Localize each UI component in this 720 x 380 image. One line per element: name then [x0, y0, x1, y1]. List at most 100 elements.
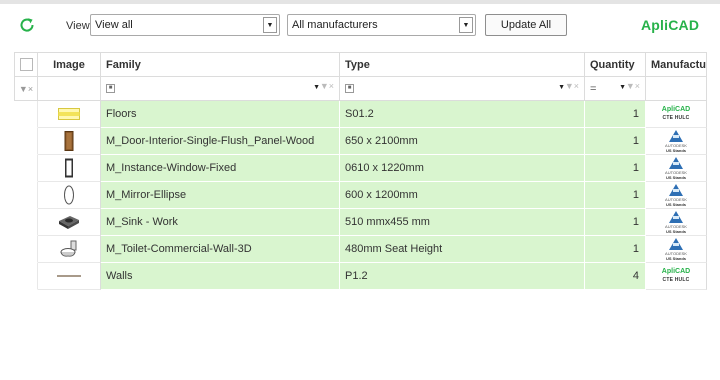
brand-logo: ApliCAD [641, 17, 700, 33]
column-header-quantity[interactable]: Quantity [585, 52, 646, 77]
manufacturer-logo-line1: AUTODESK [665, 196, 687, 202]
autodesk-triangle-icon [669, 183, 683, 196]
row-manufacturer: ApliCAD CTE HULC [646, 101, 707, 128]
family-grid: Image Family Type Quantity Manufactur ▼×… [14, 52, 707, 290]
row-quantity[interactable]: 1 [585, 155, 646, 182]
row-quantity[interactable]: 4 [585, 263, 646, 290]
row-image-cell [38, 236, 101, 263]
row-type[interactable]: 650 x 2100mm [340, 128, 585, 155]
row-manufacturer: AUTODESK US Stands [646, 155, 707, 182]
view-select-value: View all [95, 19, 133, 31]
clear-filter-icon[interactable]: ▼× [320, 81, 334, 91]
select-all-checkbox[interactable] [19, 58, 33, 71]
manufacturer-select[interactable]: All manufacturers ▼ [287, 14, 476, 36]
family-filter-select[interactable]: ■ ▼ ▼× [106, 81, 334, 97]
autodesk-logo: AUTODESK US Stands [665, 237, 687, 261]
update-all-button[interactable]: Update All [485, 14, 567, 36]
view-label: View [66, 20, 90, 32]
row-quantity[interactable]: 1 [585, 236, 646, 263]
row-select-cell[interactable] [14, 101, 38, 128]
column-header-image[interactable]: Image [38, 52, 101, 77]
row-image-cell [38, 209, 101, 236]
row-select-cell[interactable] [14, 263, 38, 290]
row-select-cell[interactable] [14, 182, 38, 209]
row-family[interactable]: M_Door-Interior-Single-Flush_Panel-Wood [101, 128, 340, 155]
manufacturer-logo-line1: AUTODESK [665, 250, 687, 256]
manufacturer-logo-line2: CTE HULC [662, 277, 690, 283]
row-family[interactable]: M_Mirror-Ellipse [101, 182, 340, 209]
row-family[interactable]: Walls [101, 263, 340, 290]
autodesk-logo: AUTODESK US Stands [665, 210, 687, 234]
row-select-cell[interactable] [14, 236, 38, 263]
quantity-filter-operator: = [590, 82, 597, 95]
row-type[interactable]: 600 x 1200mm [340, 182, 585, 209]
row-type[interactable]: S01.2 [340, 101, 585, 128]
row-manufacturer: AUTODESK US Stands [646, 182, 707, 209]
table-row[interactable]: M_Sink - Work 510 mmx455 mm 1 AUTODESK U… [14, 209, 707, 236]
manufacturer-logo-line2: US Stands [665, 174, 686, 180]
row-image-cell [38, 128, 101, 155]
row-quantity[interactable]: 1 [585, 128, 646, 155]
manufacturer-logo-line2: CTE HULC [662, 115, 690, 121]
column-header-manufacturer[interactable]: Manufactur [646, 52, 707, 77]
column-header-family[interactable]: Family [101, 52, 340, 77]
floor-thumbnail [58, 108, 80, 120]
wall-thumbnail [57, 273, 81, 279]
filter-list-icon: ■ [106, 84, 115, 93]
column-header-type[interactable]: Type [340, 52, 585, 77]
row-type[interactable]: 0610 x 1220mm [340, 155, 585, 182]
chevron-down-icon[interactable]: ▼ [263, 17, 277, 33]
window-thumbnail [64, 158, 74, 178]
manufacturer-logo-line1: AUTODESK [665, 169, 687, 175]
autodesk-triangle-icon [669, 129, 683, 142]
table-row[interactable]: M_Door-Interior-Single-Flush_Panel-Wood … [14, 128, 707, 155]
refresh-icon[interactable] [18, 16, 36, 34]
manufacturer-logo-line1: ApliCAD [661, 268, 691, 275]
table-row[interactable]: Floors S01.2 1 ApliCAD CTE HULC [14, 101, 707, 128]
autodesk-logo: AUTODESK US Stands [665, 129, 687, 153]
row-family[interactable]: M_Toilet-Commercial-Wall-3D [101, 236, 340, 263]
row-manufacturer: AUTODESK US Stands [646, 209, 707, 236]
clear-filters-cell: ▼× [14, 77, 38, 101]
table-row[interactable]: M_Mirror-Ellipse 600 x 1200mm 1 AUTODESK… [14, 182, 707, 209]
mirror-thumbnail [63, 185, 75, 205]
chevron-down-icon[interactable]: ▼ [459, 17, 473, 33]
row-select-cell[interactable] [14, 155, 38, 182]
manufacturer-logo-line1: AUTODESK [665, 142, 687, 148]
row-image-cell [38, 182, 101, 209]
table-row[interactable]: M_Toilet-Commercial-Wall-3D 480mm Seat H… [14, 236, 707, 263]
row-type[interactable]: 480mm Seat Height [340, 236, 585, 263]
row-family[interactable]: M_Sink - Work [101, 209, 340, 236]
table-row[interactable]: Walls P1.2 4 ApliCAD CTE HULC [14, 263, 707, 290]
manufacturer-logo-line1: ApliCAD [661, 106, 691, 113]
row-quantity[interactable]: 1 [585, 182, 646, 209]
row-family[interactable]: Floors [101, 101, 340, 128]
manufacturer-filter-cell [646, 77, 707, 101]
autodesk-logo: AUTODESK US Stands [665, 156, 687, 180]
row-type[interactable]: P1.2 [340, 263, 585, 290]
quantity-filter-select[interactable]: = ▼ ▼× [590, 81, 640, 97]
row-select-cell[interactable] [14, 209, 38, 236]
quantity-filter-cell: = ▼ ▼× [585, 77, 646, 101]
row-select-cell[interactable] [14, 128, 38, 155]
row-manufacturer: AUTODESK US Stands [646, 236, 707, 263]
door-thumbnail [64, 131, 74, 151]
filter-list-icon: ■ [345, 84, 354, 93]
clear-filter-icon[interactable]: ▼× [626, 81, 640, 91]
row-family[interactable]: M_Instance-Window-Fixed [101, 155, 340, 182]
view-select[interactable]: View all ▼ [90, 14, 280, 36]
sink-thumbnail [57, 214, 81, 230]
manufacturer-logo-line2: US Stands [665, 255, 686, 261]
autodesk-logo: AUTODESK US Stands [665, 183, 687, 207]
autodesk-triangle-icon [669, 156, 683, 169]
header-select-all [14, 52, 38, 77]
clear-filter-icon[interactable]: ▼× [19, 84, 33, 94]
type-filter-select[interactable]: ■ ▼ ▼× [345, 81, 579, 97]
row-quantity[interactable]: 1 [585, 101, 646, 128]
clear-filter-icon[interactable]: ▼× [565, 81, 579, 91]
aplicad-logo: ApliCAD CTE HULC [662, 105, 690, 123]
row-quantity[interactable]: 1 [585, 209, 646, 236]
toolbar: View View all ▼ All manufacturers ▼ Upda… [0, 14, 720, 40]
row-type[interactable]: 510 mmx455 mm [340, 209, 585, 236]
table-row[interactable]: M_Instance-Window-Fixed 0610 x 1220mm 1 … [14, 155, 707, 182]
